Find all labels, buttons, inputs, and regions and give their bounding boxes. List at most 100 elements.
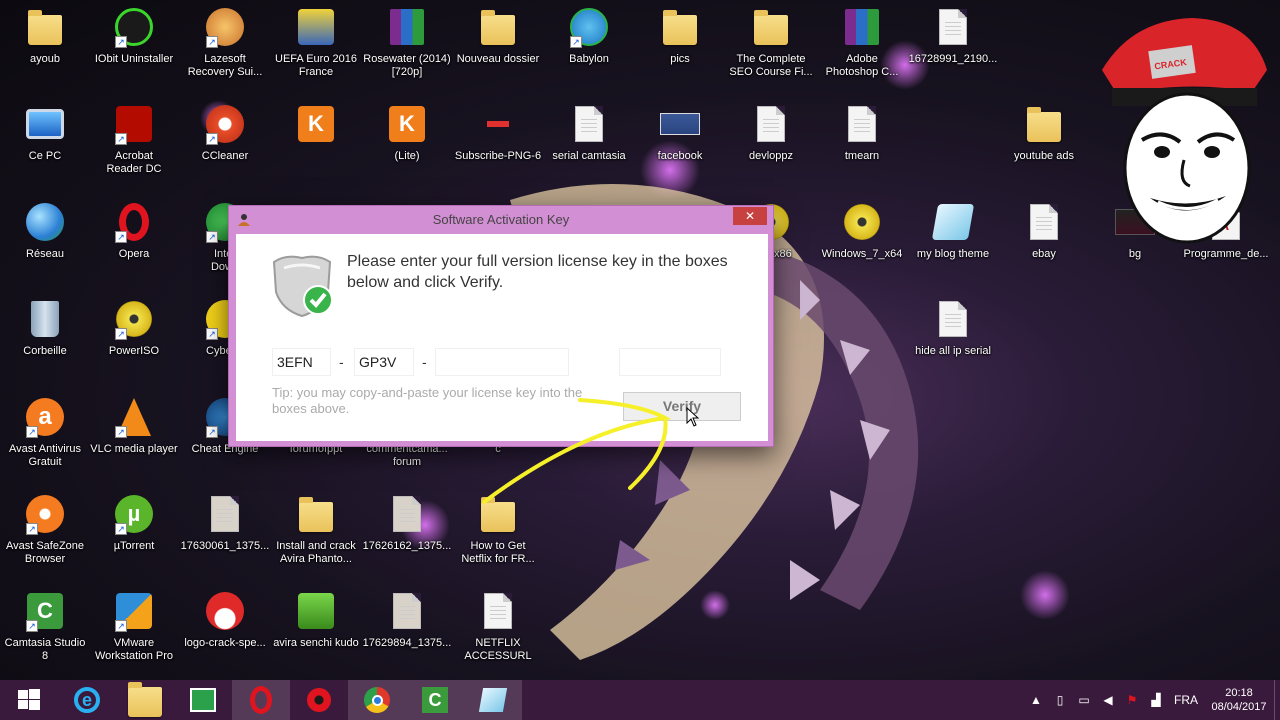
desktop-icon-ebay[interactable]: ebay — [999, 195, 1089, 291]
desktop-icon-utorrent[interactable]: µ ↗ µTorrent — [89, 487, 179, 583]
taskbar-chrome[interactable] — [348, 680, 406, 720]
image-file-icon — [211, 496, 239, 532]
desktop-icon-hide-all-ip-serial[interactable]: hide all ip serial — [908, 292, 998, 388]
desktop-icon-label: Réseau — [26, 248, 64, 260]
shortcut-arrow-icon: ↗ — [115, 133, 127, 145]
license-key-input-1[interactable] — [272, 348, 331, 376]
desktop-icon-tmearn[interactable]: tmearn — [817, 97, 907, 193]
language-indicator[interactable]: FRA — [1171, 691, 1201, 709]
desktop-icon-avira-senchi[interactable]: avira senchi kudo — [271, 584, 361, 680]
desktop-icon-17629894[interactable]: 17629894_1375... — [362, 584, 452, 680]
desktop-icon-windows-7-x64[interactable]: Windows_7_x64 — [817, 195, 907, 291]
desktop-icon-ce-pc[interactable]: Ce PC — [0, 97, 90, 193]
desktop-icon-devloppz[interactable]: devloppz — [726, 97, 816, 193]
image-file-icon — [660, 113, 700, 135]
show-hidden-icons-chevron-icon[interactable]: ▲ — [1027, 691, 1045, 709]
wifi-signal-icon[interactable]: ▟ — [1147, 691, 1165, 709]
speaker-icon[interactable]: ◀ — [1099, 691, 1117, 709]
desktop-icon-avast-antivirus[interactable]: a ↗ Avast Antivirus Gratuit — [0, 390, 90, 486]
desktop-icon-kingsoft-lite[interactable]: K (Lite) — [362, 97, 452, 193]
text-file-icon — [939, 301, 967, 337]
desktop-icon-serial-camtasia[interactable]: serial camtasia — [544, 97, 634, 193]
shortcut-arrow-icon: ↗ — [206, 133, 218, 145]
desktop-icon-vmware[interactable]: ↗ VMware Workstation Pro — [89, 584, 179, 680]
desktop-icon-netflix-accessurl[interactable]: NETFLIX ACCESSURL — [453, 584, 543, 680]
desktop-icon-16728991[interactable]: 16728991_2190... — [908, 0, 998, 96]
desktop-icon-adobe-photoshop[interactable]: Adobe Photoshop C... — [817, 0, 907, 96]
license-key-input-4[interactable] — [619, 348, 721, 376]
shortcut-arrow-icon: ↗ — [206, 36, 218, 48]
computer-icon — [26, 109, 64, 139]
desktop-icon-reseau[interactable]: Réseau — [0, 195, 90, 291]
desktop-icon-label: Corbeille — [23, 345, 67, 357]
desktop-icon-label: Install and crack Avira Phanto... — [276, 540, 356, 565]
desktop-icon-label: 16728991_2190... — [908, 53, 998, 65]
desktop-icon-subscribe-png[interactable]: Subscribe-PNG-6 — [453, 97, 543, 193]
desktop-icon-17626162[interactable]: 17626162_1375... — [362, 487, 452, 583]
desktop-icon-label: IObit Uninstaller — [94, 53, 174, 65]
desktop-icon-opera[interactable]: ↗ Opera — [89, 195, 179, 291]
network-globe-icon — [26, 203, 64, 241]
desktop-icon-label: (Lite) — [394, 150, 420, 162]
shortcut-arrow-icon: ↗ — [26, 620, 38, 632]
network-icon[interactable]: ▭ — [1075, 691, 1093, 709]
desktop-icon-label: Camtasia Studio 8 — [4, 637, 86, 662]
shortcut-arrow-icon: ↗ — [115, 426, 127, 438]
desktop-icon-label: How to Get Netflix for FR... — [461, 540, 535, 565]
kingsoft-icon: K — [298, 106, 334, 142]
desktop-icon-17630061[interactable]: 17630061_1375... — [180, 487, 270, 583]
desktop-icon-acrobat-reader[interactable]: ↗ Acrobat Reader DC — [89, 97, 179, 193]
desktop-icon-avast-safezone[interactable]: ↗ Avast SafeZone Browser — [0, 487, 90, 583]
desktop-icon-label: Avast SafeZone Browser — [5, 540, 85, 565]
text-file-icon — [1030, 204, 1058, 240]
taskbar-gear-app[interactable] — [290, 680, 348, 720]
desktop-icon-rosewater[interactable]: Rosewater (2014) [720p] — [362, 0, 452, 96]
close-button[interactable]: ✕ — [733, 207, 767, 225]
action-center-flag-icon[interactable]: ⚑ — [1123, 691, 1141, 709]
taskbar-internet-explorer[interactable]: e — [58, 680, 116, 720]
desktop-icon-logo-crack[interactable]: logo-crack-spe... — [180, 584, 270, 680]
desktop-icon-netflix-fr[interactable]: How to Get Netflix for FR... — [453, 487, 543, 583]
clock[interactable]: 20:18 08/04/2017 — [1204, 686, 1274, 714]
taskbar-winrar[interactable] — [464, 680, 522, 720]
desktop-icon-kingsoft[interactable]: K — [271, 97, 361, 193]
desktop-icon-babylon[interactable]: ↗ Babylon — [544, 0, 634, 96]
desktop-icon-camtasia-studio[interactable]: C ↗ Camtasia Studio 8 — [0, 584, 90, 680]
device-icon[interactable]: ▯ — [1051, 691, 1069, 709]
desktop-icon-pics[interactable]: pics — [635, 0, 725, 96]
desktop-icon-uefa-euro[interactable]: UEFA Euro 2016 France — [271, 0, 361, 96]
desktop-icon-ayoub[interactable]: ayoub — [0, 0, 90, 96]
desktop-icon-label: ebay — [1032, 248, 1056, 260]
image-file-icon — [939, 9, 967, 45]
desktop-icon-install-crack-avira[interactable]: Install and crack Avira Phanto... — [271, 487, 361, 583]
desktop-icon-ccleaner[interactable]: ↗ CCleaner — [180, 97, 270, 193]
desktop-icon-youtube-ads[interactable]: youtube ads — [999, 97, 1089, 193]
desktop-icon-seo-course[interactable]: The Complete SEO Course Fi... — [726, 0, 816, 96]
desktop-icon-facebook[interactable]: facebook — [635, 97, 725, 193]
desktop-icon-nouveau-dossier[interactable]: Nouveau dossier — [453, 0, 543, 96]
desktop-icon-my-blog-theme[interactable]: my blog theme — [908, 195, 998, 291]
start-button[interactable] — [0, 680, 58, 720]
desktop-icon-lazesoft[interactable]: ↗ Lazesoft Recovery Sui... — [180, 0, 270, 96]
desktop-icon-label: Nouveau dossier — [456, 53, 540, 65]
license-key-input-3[interactable] — [435, 348, 569, 376]
desktop-icon-corbeille[interactable]: Corbeille — [0, 292, 90, 388]
desktop-icon-vlc[interactable]: ↗ VLC media player — [89, 390, 179, 486]
verify-button[interactable]: Verify — [623, 392, 741, 421]
license-key-input-2[interactable] — [354, 348, 414, 376]
desktop-icon-label: Acrobat Reader DC — [106, 150, 162, 175]
desktop-icon-poweriso[interactable]: ↗ PowerISO — [89, 292, 179, 388]
desktop-icon-iobit-uninstaller[interactable]: ↗ IObit Uninstaller — [89, 0, 179, 96]
taskbar-store[interactable] — [174, 680, 232, 720]
shortcut-arrow-icon: ↗ — [206, 328, 218, 340]
desktop-icon-label: ayoub — [30, 53, 60, 65]
taskbar-opera[interactable] — [232, 680, 290, 720]
taskbar-file-explorer[interactable] — [116, 680, 174, 720]
shortcut-arrow-icon: ↗ — [115, 523, 127, 535]
desktop-icon-label: PowerISO — [108, 345, 160, 357]
folder-icon — [28, 10, 62, 45]
taskbar-camtasia[interactable]: C — [406, 680, 464, 720]
opera-icon — [250, 686, 272, 714]
show-desktop-button[interactable] — [1274, 680, 1280, 720]
desktop-icon-label: Ce PC — [28, 150, 62, 162]
